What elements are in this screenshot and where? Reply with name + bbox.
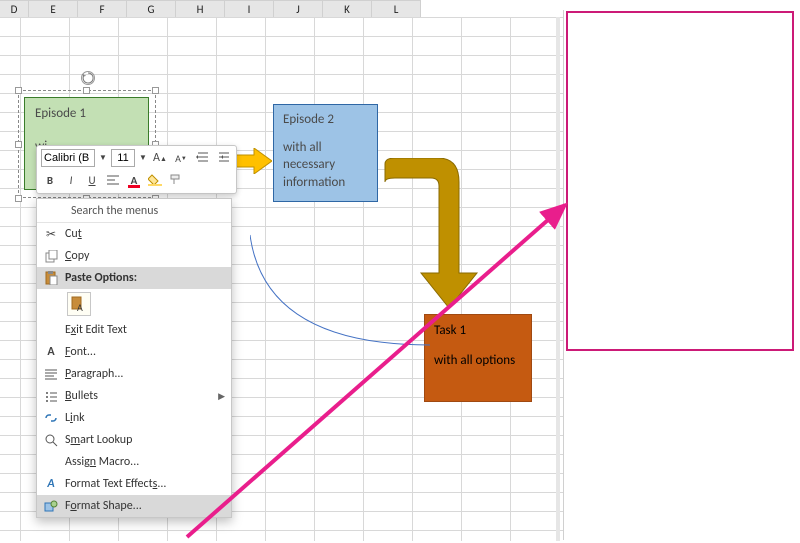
underline-button[interactable]: U [83, 171, 101, 189]
shape-task1[interactable]: Task 1 with all options [424, 314, 532, 402]
font-icon: A [37, 345, 65, 359]
shape-episode2-l2: with all [283, 139, 368, 157]
paste-option-keep-text[interactable]: A [37, 289, 231, 319]
col-G[interactable]: G [127, 0, 176, 17]
menu-format-text-effects[interactable]: A Format Text Effects... [37, 473, 231, 495]
menu-search[interactable]: Search the menus [37, 199, 231, 223]
col-J[interactable]: J [274, 0, 323, 17]
col-F[interactable]: F [78, 0, 127, 17]
column-headers: D E F G H I J K L [0, 0, 421, 17]
paste-keep-text-icon: A [67, 292, 91, 316]
bold-button[interactable]: B [41, 171, 59, 189]
resize-handle-nw[interactable] [15, 87, 22, 94]
font-color-icon[interactable]: A [125, 171, 143, 189]
col-I[interactable]: I [225, 0, 274, 17]
curved-connector[interactable] [250, 225, 430, 360]
text-effects-icon: A [37, 477, 65, 491]
menu-paste-options: Paste Options: [37, 267, 231, 289]
paste-icon [37, 271, 65, 285]
font-name-select[interactable] [41, 149, 95, 167]
resize-handle-sw[interactable] [15, 195, 22, 202]
paste-options-label: Paste Options: [65, 271, 225, 285]
shape-episode2[interactable]: Episode 2 with all necessary information [273, 104, 378, 202]
col-E[interactable]: E [29, 0, 78, 17]
bullets-icon [37, 391, 65, 402]
decrease-font-icon[interactable]: A▼ [172, 149, 190, 167]
align-menu-icon[interactable] [104, 171, 122, 189]
font-size-dropdown[interactable]: ▼ [138, 149, 148, 167]
rotate-handle[interactable] [81, 71, 95, 85]
menu-format-shape[interactable]: Format Shape... [37, 495, 231, 517]
font-size-select[interactable] [111, 149, 135, 167]
cut-icon: ✂ [37, 227, 65, 242]
col-D[interactable]: D [0, 0, 29, 17]
menu-paragraph[interactable]: Paragraph... [37, 363, 231, 385]
menu-exit-edit-text[interactable]: Exit Edit Text [37, 319, 231, 341]
shape-episode1-title: Episode 1 [35, 106, 138, 121]
increase-font-icon[interactable]: A▲ [151, 149, 169, 167]
smart-lookup-icon [37, 434, 65, 447]
italic-button[interactable]: I [62, 171, 80, 189]
menu-bullets[interactable]: Bullets ▶ [37, 385, 231, 407]
increase-indent-icon[interactable] [214, 149, 232, 167]
submenu-arrow-icon: ▶ [218, 391, 225, 402]
shape-episode2-title: Episode 2 [283, 111, 368, 129]
col-H[interactable]: H [176, 0, 225, 17]
menu-smart-lookup[interactable]: Smart Lookup [37, 429, 231, 451]
col-L[interactable]: L [372, 0, 421, 17]
svg-text:A: A [77, 301, 83, 312]
shape-task1-title: Task 1 [434, 321, 522, 341]
resize-handle-w[interactable] [15, 141, 22, 148]
shape-task1-text: with all options [434, 351, 522, 371]
col-K[interactable]: K [323, 0, 372, 17]
format-painter-icon[interactable] [167, 171, 185, 189]
link-icon [37, 412, 65, 424]
copy-icon [37, 250, 65, 263]
decrease-indent-icon[interactable] [193, 149, 211, 167]
resize-handle-n[interactable] [83, 87, 90, 94]
menu-cut-key: t [78, 227, 82, 241]
resize-handle-ne[interactable] [152, 87, 159, 94]
font-name-dropdown[interactable]: ▼ [98, 149, 108, 167]
panel-highlight-box [566, 11, 794, 351]
context-menu: Search the menus ✂ Cut Copy Paste Option… [36, 198, 232, 518]
menu-assign-macro[interactable]: Assign Macro... [37, 451, 231, 473]
shape-episode2-l4: information [283, 174, 368, 192]
pane-divider [556, 17, 560, 541]
mini-toolbar: ▼ ▼ A▲ A▼ B I U A [36, 145, 237, 194]
paragraph-icon [37, 369, 65, 380]
menu-cut[interactable]: ✂ Cut [37, 223, 231, 245]
shape-episode2-l3: necessary [283, 156, 368, 174]
menu-copy[interactable]: Copy [37, 245, 231, 267]
menu-font[interactable]: A Font... [37, 341, 231, 363]
menu-link[interactable]: Link [37, 407, 231, 429]
format-shape-icon [37, 500, 65, 513]
fill-color-icon[interactable] [146, 171, 164, 189]
